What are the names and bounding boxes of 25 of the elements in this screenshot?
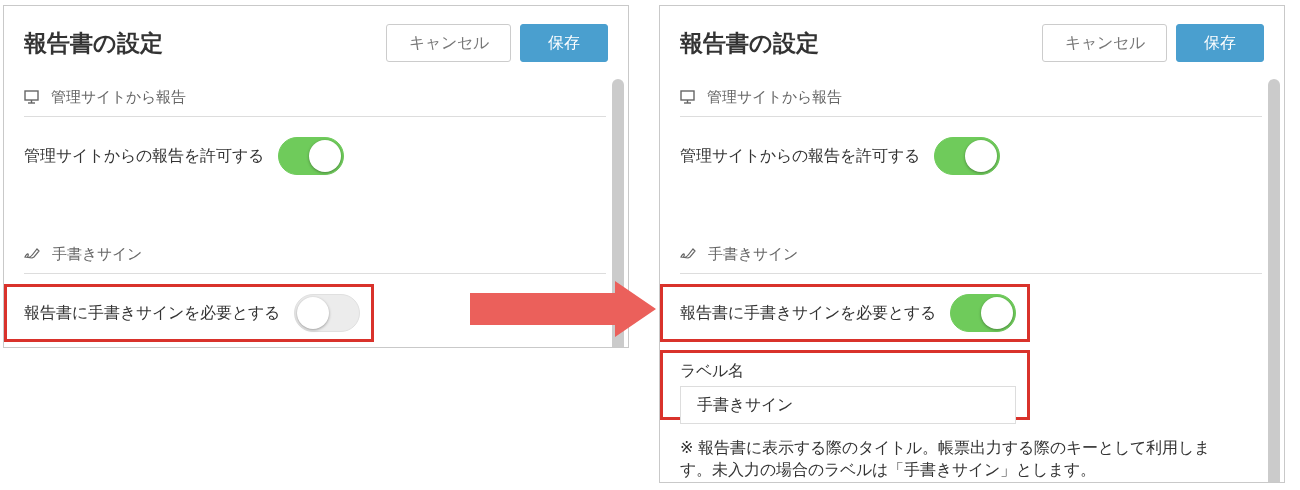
monitor-icon [24, 90, 39, 104]
section-heading: 手書きサイン [708, 244, 798, 264]
toggle-switch[interactable] [950, 294, 1016, 332]
help-text: ※ 報告書に表示する際のタイトル。帳票出力する際のキーとして利用します。未入力の場合のラベルは「手書きサイン」とします。 [680, 437, 1212, 481]
input-field[interactable]: 手書きサイン [680, 386, 1016, 424]
signature-icon [680, 248, 696, 260]
section-heading: 管理サイトから報告 [707, 87, 842, 107]
monitor-icon [680, 90, 695, 104]
save-button[interactable]: 保存 [520, 24, 608, 62]
field-label: ラベル名 [680, 361, 745, 382]
panel-title: 報告書の設定 [24, 28, 164, 58]
signature-icon [24, 248, 40, 260]
section-heading: 管理サイトから報告 [51, 87, 186, 107]
panel-title: 報告書の設定 [680, 28, 820, 58]
toggle-label: 管理サイトからの報告を許可する [680, 145, 920, 167]
toggle-label: 報告書に手書きサインを必要とする [680, 302, 936, 324]
toggle-switch[interactable] [294, 294, 360, 332]
toggle-label: 管理サイトからの報告を許可する [24, 145, 264, 167]
toggle-switch[interactable] [934, 137, 1000, 175]
save-button[interactable]: 保存 [1176, 24, 1264, 62]
cancel-button[interactable]: キャンセル [386, 24, 511, 62]
cancel-button[interactable]: キャンセル [1042, 24, 1167, 62]
toggle-switch[interactable] [278, 137, 344, 175]
section-heading: 手書きサイン [52, 244, 142, 264]
toggle-label: 報告書に手書きサインを必要とする [24, 302, 280, 324]
